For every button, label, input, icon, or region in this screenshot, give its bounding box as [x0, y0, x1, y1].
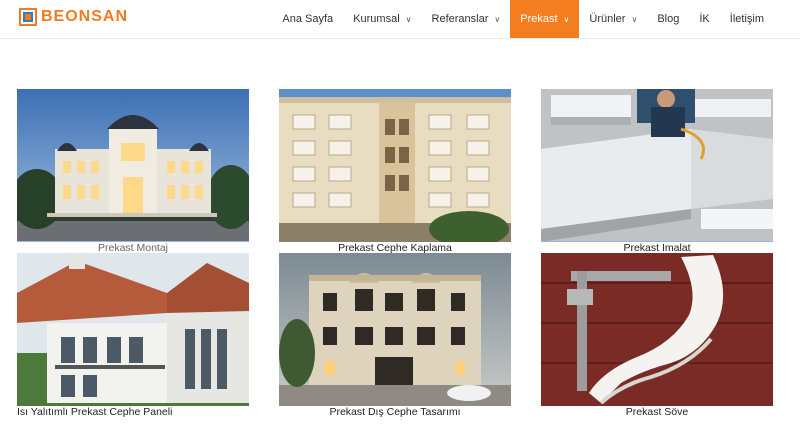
- gallery-card-isi-yalitimli-prekast-cephe-paneli[interactable]: Isı Yalıtımlı Prekast Cephe Paneli: [17, 253, 249, 418]
- villa-roof-image[interactable]: [17, 253, 249, 406]
- chevron-down-icon: ∨: [494, 14, 501, 24]
- classic-facade-render-image[interactable]: [279, 253, 511, 406]
- brand-logo[interactable]: BEONSAN: [19, 7, 128, 27]
- nav-item-urunler[interactable]: Ürünler ∨: [579, 0, 647, 38]
- brand-name: BEONSAN: [41, 8, 129, 25]
- gallery-card-prekast-cephe-kaplama[interactable]: Prekast Cephe Kaplama: [279, 89, 511, 254]
- site-header: BEONSAN Ana Sayfa Kurumsal ∨ Referanslar…: [0, 0, 800, 39]
- nav-item-kurumsal[interactable]: Kurumsal ∨: [343, 0, 421, 38]
- chevron-down-icon: ∨: [563, 14, 570, 24]
- gallery-caption[interactable]: Prekast Söve: [541, 406, 773, 418]
- main-nav: Ana Sayfa Kurumsal ∨ Referanslar ∨ Preka…: [272, 0, 800, 38]
- palace-building-night-image[interactable]: [17, 89, 249, 242]
- gallery-card-prekast-sove[interactable]: Prekast Söve: [541, 253, 773, 418]
- nav-item-referanslar[interactable]: Referanslar ∨: [422, 0, 511, 38]
- gallery-card-prekast-dis-cephe-tasarimi[interactable]: Prekast Dış Cephe Tasarımı: [279, 253, 511, 418]
- beonsan-logo-icon: [19, 8, 37, 26]
- apartment-facade-image[interactable]: [279, 89, 511, 242]
- nav-item-label: Referanslar: [431, 13, 489, 25]
- chevron-down-icon: ∨: [405, 14, 412, 24]
- chevron-down-icon: ∨: [631, 14, 638, 24]
- nav-item-label: Prekast: [520, 13, 558, 25]
- nav-item-label: Ana Sayfa: [282, 13, 334, 25]
- gallery-caption[interactable]: Isı Yalıtımlı Prekast Cephe Paneli: [17, 406, 249, 418]
- nav-item-prekast[interactable]: Prekast ∨: [510, 0, 580, 38]
- gallery-caption[interactable]: Prekast Dış Cephe Tasarımı: [279, 406, 511, 418]
- nav-item-iletisim[interactable]: İletişim: [720, 0, 800, 38]
- nav-item-label: Kurumsal: [353, 13, 400, 25]
- nav-item-label: İletişim: [729, 13, 764, 25]
- nav-item-label: Ürünler: [589, 13, 626, 25]
- gallery-card-prekast-imalat[interactable]: Prekast Imalat: [541, 89, 773, 254]
- cornice-mould-profile-image[interactable]: [541, 253, 773, 406]
- nav-item-blog[interactable]: Blog: [647, 0, 689, 38]
- nav-item-label: İK: [699, 13, 710, 25]
- nav-item-label: Blog: [657, 13, 680, 25]
- gallery-card-prekast-montaj[interactable]: Prekast Montaj: [17, 89, 249, 254]
- precast-production-workshop-image[interactable]: [541, 89, 773, 242]
- nav-item-ana-sayfa[interactable]: Ana Sayfa: [272, 0, 343, 38]
- nav-item-ik[interactable]: İK: [689, 0, 719, 38]
